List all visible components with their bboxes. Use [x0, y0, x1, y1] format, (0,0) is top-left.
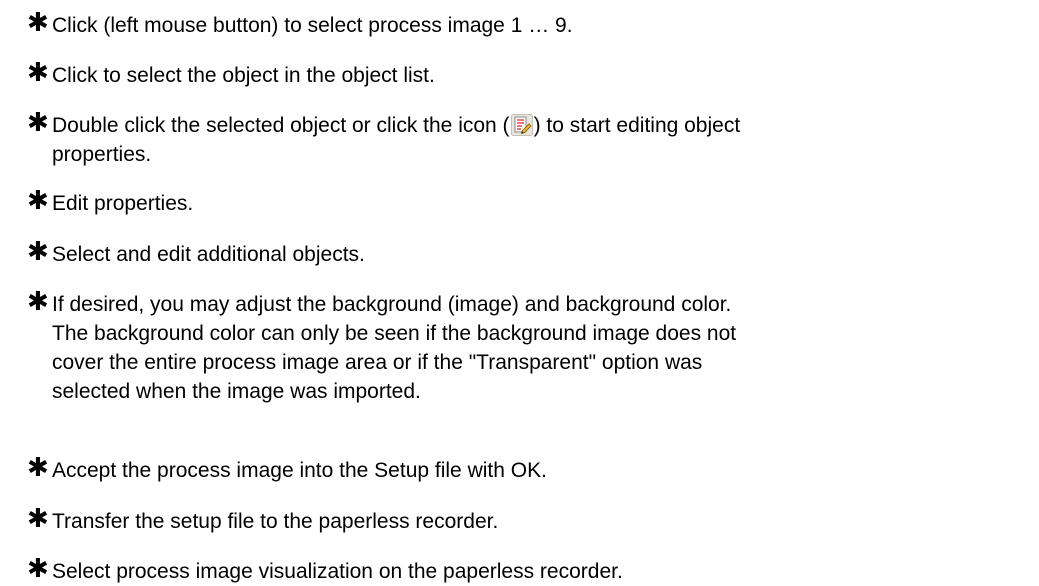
instruction-text: Select and edit additional objects.	[52, 240, 1032, 269]
instruction-text: Edit properties.	[52, 189, 1032, 218]
asterisk-bullet-icon: ✱	[27, 452, 49, 482]
instruction-text: Double click the selected object or clic…	[52, 111, 1032, 169]
instruction-line: selected when the image was imported.	[52, 380, 421, 403]
instruction-line: cover the entire process image area or i…	[52, 351, 703, 374]
instruction-line: Click (left mouse button) to select proc…	[52, 14, 573, 37]
asterisk-bullet-icon: ✱	[27, 553, 49, 583]
asterisk-bullet-icon: ✱	[27, 286, 49, 316]
edit-properties-icon	[510, 114, 533, 136]
instruction-line: Double click the selected object or clic…	[52, 111, 1032, 140]
asterisk-bullet-icon: ✱	[27, 7, 49, 37]
instruction-text-after-icon: ) to start editing object	[533, 114, 741, 137]
instruction-line: Select and edit additional objects.	[52, 243, 365, 266]
instruction-line: If desired, you may adjust the backgroun…	[52, 293, 732, 316]
instruction-text: Select process image visualization on th…	[52, 557, 1032, 586]
instruction-text: If desired, you may adjust the backgroun…	[52, 290, 1032, 406]
instruction-text: Transfer the setup file to the paperless…	[52, 507, 1032, 536]
asterisk-bullet-icon: ✱	[27, 185, 49, 215]
instruction-text: Click to select the object in the object…	[52, 61, 1032, 90]
instruction-line: Transfer the setup file to the paperless…	[52, 510, 499, 533]
instruction-text: Click (left mouse button) to select proc…	[52, 11, 1032, 40]
asterisk-bullet-icon: ✱	[27, 107, 49, 137]
instruction-line: Edit properties.	[52, 192, 194, 215]
asterisk-bullet-icon: ✱	[27, 503, 49, 533]
instruction-text-before-icon: Double click the selected object or clic…	[52, 114, 510, 137]
instruction-line: Click to select the object in the object…	[52, 64, 435, 87]
asterisk-bullet-icon: ✱	[27, 236, 49, 266]
instruction-line: properties.	[52, 143, 152, 166]
instruction-line: The background color can only be seen if…	[52, 322, 737, 345]
asterisk-bullet-icon: ✱	[27, 57, 49, 87]
instruction-text: Accept the process image into the Setup …	[52, 456, 1032, 485]
instruction-line: Accept the process image into the Setup …	[52, 459, 547, 482]
instruction-line: Select process image visualization on th…	[52, 560, 623, 583]
